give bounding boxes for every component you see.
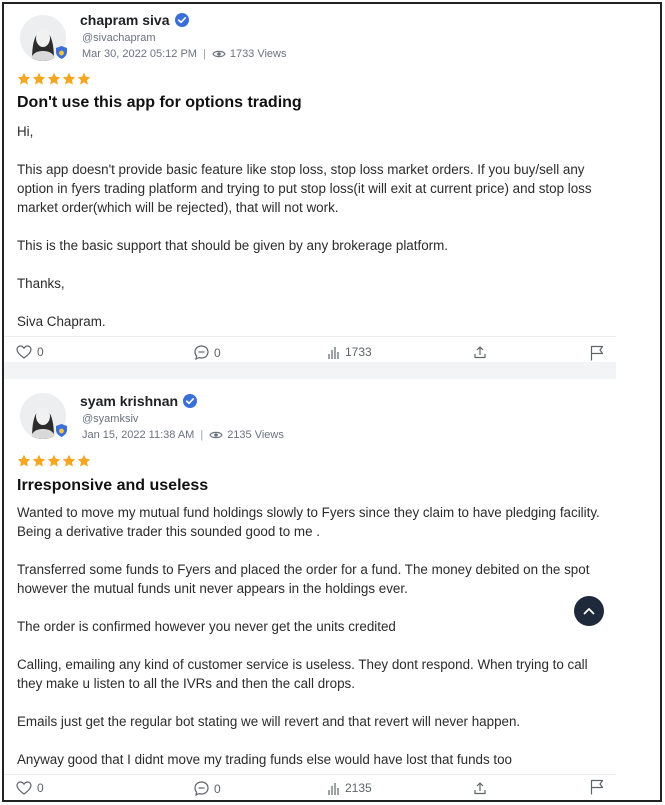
flag-icon — [590, 345, 604, 361]
comment-button[interactable]: 0 — [194, 345, 221, 360]
stats-button[interactable]: 1733 — [328, 345, 372, 359]
review-paragraph: Siva Chapram. — [17, 314, 106, 329]
view-count: 2135 Views — [227, 429, 284, 441]
shield-badge-icon — [56, 46, 67, 59]
author-row: syam krishnan — [80, 393, 198, 409]
star-icon — [62, 454, 76, 467]
review-paragraph: This app doesn't provide basic feature l… — [17, 162, 596, 215]
share-button[interactable] — [473, 345, 487, 359]
chevron-up-icon — [583, 608, 595, 615]
review-date: Mar 30, 2022 05:12 PM — [82, 48, 197, 60]
review-body: Wanted to move my mutual fund holdings s… — [17, 503, 612, 788]
review-separator — [4, 362, 616, 379]
star-icon — [17, 72, 31, 85]
meta-divider: | — [202, 48, 206, 60]
stats-count: 1733 — [345, 345, 372, 359]
like-button[interactable]: 0 — [16, 345, 44, 359]
review-card: syam krishnan @syamksiv Jan 15, 2022 11:… — [4, 379, 616, 799]
verified-badge-icon — [174, 13, 189, 27]
review-paragraph: Anyway good that I didnt move my trading… — [17, 752, 513, 767]
star-icon — [77, 454, 91, 467]
review-title: Don't use this app for options trading — [17, 94, 302, 111]
review-paragraph: Thanks, — [17, 276, 65, 291]
review-actions: 0 0 2135 — [4, 774, 616, 799]
eye-icon — [209, 431, 223, 439]
comment-button[interactable]: 0 — [194, 781, 221, 796]
review-meta: Jan 15, 2022 11:38 AM | 2135 Views — [82, 429, 284, 441]
flag-icon — [590, 779, 604, 795]
author-name[interactable]: syam krishnan — [80, 393, 178, 409]
report-button[interactable] — [590, 779, 604, 795]
bar-chart-icon — [328, 782, 339, 795]
star-icon — [47, 454, 61, 467]
author-handle[interactable]: @sivachapram — [82, 32, 156, 44]
star-rating — [17, 454, 91, 468]
review-title: Irresponsive and useless — [17, 477, 209, 494]
scroll-to-top-button[interactable] — [574, 596, 604, 626]
review-body: Hi, This app doesn't provide basic featu… — [17, 122, 612, 350]
like-count: 0 — [37, 345, 44, 359]
review-paragraph: Emails just get the regular bot stating … — [17, 714, 521, 729]
heart-icon — [16, 345, 32, 359]
star-icon — [32, 72, 46, 85]
share-icon — [474, 782, 486, 795]
meta-divider: | — [200, 429, 204, 441]
star-icon — [62, 72, 76, 85]
review-card: chapram siva @sivachapram Mar 30, 2022 0… — [4, 4, 616, 362]
comment-count: 0 — [214, 345, 221, 360]
comment-icon — [194, 781, 209, 796]
report-button[interactable] — [590, 345, 604, 361]
share-icon — [474, 346, 486, 359]
reviews-panel: chapram siva @sivachapram Mar 30, 2022 0… — [2, 2, 662, 802]
comment-count: 0 — [214, 781, 221, 796]
like-count: 0 — [37, 781, 44, 795]
star-rating — [17, 72, 91, 86]
stats-button[interactable]: 2135 — [328, 781, 372, 795]
author-name[interactable]: chapram siva — [80, 12, 170, 28]
review-paragraph: Transferred some funds to Fyers and plac… — [17, 562, 594, 596]
shield-badge-icon — [56, 424, 67, 437]
share-button[interactable] — [473, 781, 487, 795]
review-meta: Mar 30, 2022 05:12 PM | 1733 Views — [82, 48, 287, 60]
bar-chart-icon — [328, 346, 339, 359]
verified-badge-icon — [183, 394, 198, 408]
stats-count: 2135 — [345, 781, 372, 795]
heart-icon — [16, 781, 32, 795]
review-paragraph: This is the basic support that should be… — [17, 238, 448, 253]
eye-icon — [212, 50, 226, 58]
author-handle[interactable]: @syamksiv — [82, 413, 138, 425]
view-count: 1733 Views — [229, 48, 287, 60]
star-icon — [47, 72, 61, 85]
star-icon — [17, 454, 31, 467]
review-paragraph: Wanted to move my mutual fund holdings s… — [17, 505, 604, 539]
like-button[interactable]: 0 — [16, 781, 44, 795]
star-icon — [32, 454, 46, 467]
author-row: chapram siva — [80, 12, 189, 28]
review-paragraph: The order is confirmed however you never… — [17, 619, 396, 634]
review-date: Jan 15, 2022 11:38 AM — [82, 429, 195, 441]
review-paragraph: Hi, — [17, 124, 34, 139]
review-paragraph: Calling, emailing any kind of customer s… — [17, 657, 592, 691]
comment-icon — [194, 345, 209, 360]
star-icon — [77, 72, 91, 85]
